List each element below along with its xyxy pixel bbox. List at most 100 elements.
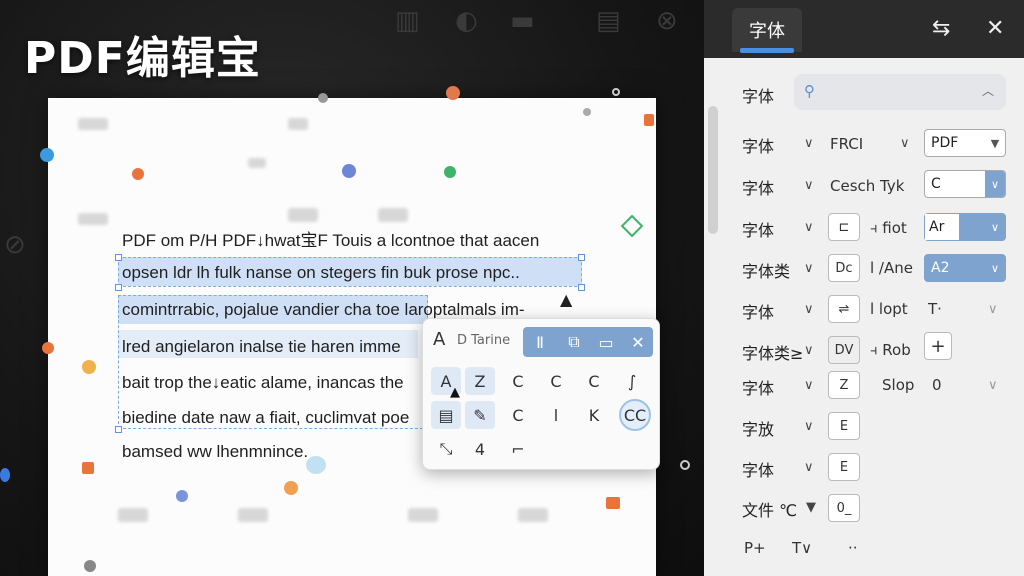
decor-dot (84, 560, 96, 572)
decor-dot (284, 481, 298, 495)
row-label: 字体 (742, 379, 775, 398)
italic-button[interactable]: Z (465, 367, 495, 395)
effect-icon[interactable]: E (828, 453, 860, 481)
decor-dot (446, 86, 460, 100)
scrollbar[interactable] (708, 106, 718, 234)
dropdown-arrow-icon: ∨ (990, 261, 1000, 275)
format-button[interactable]: K (579, 401, 609, 429)
file-icon[interactable]: 0_ (828, 494, 860, 522)
style-select[interactable]: C ∨ (924, 170, 1006, 198)
row-value[interactable]: 0 (932, 376, 942, 394)
format-button[interactable]: C (503, 367, 533, 395)
decor-dot (0, 468, 10, 482)
align-icon[interactable]: ⊏ (828, 213, 860, 241)
decor-dot (132, 168, 144, 180)
row-label: 字体 (742, 221, 775, 240)
font-select[interactable]: PDF ▼ (924, 129, 1006, 157)
row-mid-text: Slop (882, 376, 915, 394)
spacing-icon[interactable]: ⇌ (828, 295, 860, 323)
text-box-icon[interactable]: Dc (828, 254, 860, 282)
ghost-toolbar-icon: ▥ (395, 6, 420, 36)
format-button[interactable]: C (503, 401, 533, 429)
chevron-down-icon[interactable]: ∨ (804, 343, 814, 358)
resize-handle[interactable] (578, 284, 585, 291)
doc-line[interactable]: bamsed ww lhenmnince. (122, 442, 308, 462)
doc-line[interactable]: biedine date naw a fiait, cuclimvat poe (122, 408, 409, 428)
more-icon[interactable]: ·· (848, 539, 858, 557)
chevron-down-icon[interactable]: ∨ (804, 178, 814, 193)
row-mid-text: Cesch Tyk (830, 177, 905, 195)
doc-line[interactable]: lred angielaron inalse tie haren imme (122, 337, 401, 357)
font-search-input[interactable]: ⚲ ︿ (794, 74, 1006, 110)
chevron-down-icon[interactable]: ∨ (988, 378, 998, 393)
decor-dot (318, 93, 328, 103)
chevron-down-icon[interactable]: ∨ (804, 220, 814, 235)
font-size-select[interactable]: A2 ∨ (924, 254, 1006, 282)
bottom-tool[interactable]: T∨ (792, 539, 812, 557)
format-button[interactable]: C (579, 367, 609, 395)
format-button[interactable]: ⌐ (503, 435, 533, 463)
doc-line[interactable]: comintrrabic, pojalue vandier cha toe la… (122, 300, 525, 320)
copy-style-icon[interactable]: ⧉ (559, 328, 589, 356)
dropdown-arrow-icon: ∨ (990, 220, 1000, 234)
row-mid-text: l /Ane (870, 259, 913, 277)
frame-icon[interactable]: ▭ (591, 328, 621, 356)
dropdown-arrow-icon[interactable]: ▼ (806, 500, 816, 515)
chevron-up-icon[interactable]: ︿ (982, 82, 994, 99)
resize-handle[interactable] (115, 426, 122, 433)
decor-dot (176, 490, 188, 502)
row-mid-text: ⫞ fiot (870, 219, 907, 237)
add-button[interactable]: + (924, 332, 952, 360)
format-button[interactable]: ⤡ (431, 435, 461, 463)
effect-icon[interactable]: E (828, 412, 860, 440)
resize-handle[interactable] (115, 254, 122, 261)
font-letter-icon: A (433, 329, 446, 350)
columns-icon[interactable]: Ⅱ (525, 328, 555, 356)
format-button[interactable]: CC (619, 399, 651, 431)
chevron-down-icon[interactable]: ∨ (804, 136, 814, 151)
row-label: 字体 (742, 179, 775, 198)
chevron-down-icon[interactable]: ∨ (988, 302, 998, 317)
edit-button[interactable]: ✎ (465, 401, 495, 429)
align-button[interactable]: ▤ (431, 401, 461, 429)
format-button[interactable]: C (541, 367, 571, 395)
chevron-down-icon[interactable]: ∨ (804, 261, 814, 276)
row-label: 字体类 (742, 262, 791, 281)
chevron-down-icon[interactable]: ∨ (804, 302, 814, 317)
row-mid-text: ⫞ Rob (870, 341, 911, 359)
panel-header: 字体 ⇆ ✕ (704, 0, 1024, 58)
dropdown-arrow-icon: ▼ (990, 136, 1000, 150)
chevron-down-icon[interactable]: ∨ (804, 378, 814, 393)
format-button[interactable]: 4 (465, 435, 495, 463)
resize-handle[interactable] (115, 284, 122, 291)
resize-handle[interactable] (578, 254, 585, 261)
chevron-down-icon[interactable]: ∨ (804, 460, 814, 475)
tab-font[interactable]: 字体 (732, 8, 802, 52)
decor-dot (583, 108, 591, 116)
active-tab-indicator (740, 48, 794, 53)
decor-dot (342, 164, 356, 178)
close-icon[interactable]: ✕ (623, 328, 653, 356)
row-label: 字体类≥ (742, 344, 804, 363)
decor-dot (82, 462, 94, 474)
format-button[interactable]: l (541, 401, 571, 429)
font-name-dropdown[interactable]: D Tarine (457, 333, 510, 348)
ghost-toolbar-icon: ⊘ (4, 230, 26, 260)
chevron-down-icon[interactable]: ∨ (900, 136, 910, 151)
row-value[interactable]: T· (928, 300, 942, 318)
mouse-cursor-icon: ▲ (560, 290, 573, 309)
doc-line[interactable]: PDF om P/H PDF↓hwat宝F Touis a lcontnoe t… (122, 226, 539, 251)
format-button[interactable]: ∫ (617, 367, 647, 395)
chevron-down-icon[interactable]: ∨ (804, 419, 814, 434)
decor-dot (612, 88, 620, 96)
swap-icon[interactable]: ⇆ (932, 16, 950, 41)
decor-dot (606, 497, 620, 509)
doc-line[interactable]: bait trop the↓eatic alame, inancas the (122, 373, 404, 393)
pen-icon[interactable]: DV (828, 336, 860, 364)
close-icon[interactable]: ✕ (986, 16, 1004, 41)
ghost-toolbar-icon: ▬ (510, 6, 535, 36)
slant-icon[interactable]: Z (828, 371, 860, 399)
bottom-tool[interactable]: P+ (744, 539, 766, 557)
font-family-select[interactable]: Ar ∨ (924, 213, 1006, 241)
doc-line[interactable]: opsen ldr lh fulk nanse on stegers fin b… (122, 263, 520, 283)
